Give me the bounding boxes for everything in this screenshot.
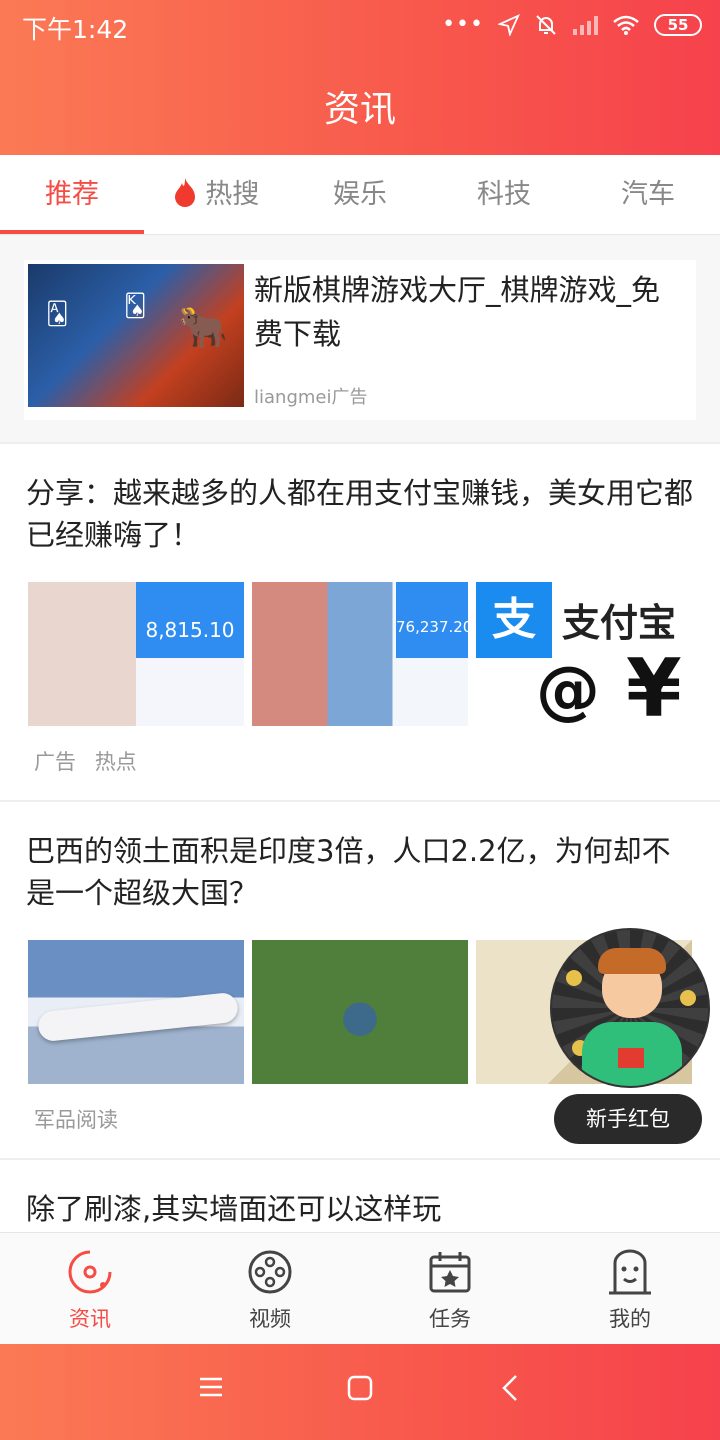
news-icon (0, 1233, 180, 1295)
status-bar: 下午1:42 ••• 55 (0, 0, 720, 52)
nav-news[interactable]: 资讯 (0, 1233, 180, 1344)
coin-icon (680, 990, 696, 1006)
page-title: 资讯 (323, 89, 396, 130)
alipay-logo-icon: 支 (476, 582, 552, 658)
nav-video[interactable]: 视频 (180, 1233, 360, 1344)
red-packet-avatar[interactable] (550, 928, 710, 1088)
tab-auto[interactable]: 汽车 (576, 155, 720, 234)
tab-label: 娱乐 (333, 179, 387, 210)
balance-text: 8,815.10 (136, 582, 244, 658)
calendar-star-icon (360, 1233, 540, 1295)
red-envelope-icon (618, 1048, 644, 1068)
tab-label: 热搜 (205, 179, 260, 210)
at-symbol-icon: @ (536, 654, 600, 726)
ad-card[interactable]: 🂡 🂮 🐂 新版棋牌游戏大厅_棋牌游戏_免费下载 liangmei广告 (0, 236, 720, 444)
profile-icon (540, 1233, 720, 1295)
news-images: 8,815.10 76,237.20 支 支付宝 @ ¥ (28, 582, 694, 726)
character-hair (598, 948, 666, 974)
nav-label: 任务 (429, 1307, 471, 1331)
tab-trending[interactable]: 热搜 (144, 155, 288, 234)
menu-icon[interactable] (198, 1374, 224, 1404)
tab-label: 推荐 (45, 179, 99, 210)
fire-icon (173, 178, 206, 210)
news-image (28, 940, 244, 1084)
nav-tasks[interactable]: 任务 (360, 1233, 540, 1344)
news-meta: 广告 热点 (26, 726, 694, 800)
bull-mascot-icon: 🐂 (178, 305, 228, 351)
category-tabs: 推荐 热搜 娱乐 科技 汽车 (0, 155, 720, 235)
home-icon[interactable] (346, 1374, 374, 1406)
ad-content: 🂡 🂮 🐂 新版棋牌游戏大厅_棋牌游戏_免费下载 liangmei广告 (24, 260, 696, 420)
ad-source: liangmei广告 (254, 387, 368, 408)
airplane-icon (36, 991, 240, 1043)
news-item[interactable]: 分享：越来越多的人都在用支付宝赚钱，美女用它都已经赚嗨了！ 8,815.10 7… (0, 444, 720, 802)
back-icon[interactable] (500, 1374, 522, 1406)
signal-icon (573, 15, 598, 35)
mute-bell-icon (536, 14, 556, 35)
nav-profile[interactable]: 我的 (540, 1233, 720, 1344)
nav-label: 我的 (609, 1307, 651, 1331)
nav-label: 视频 (249, 1307, 291, 1331)
news-source: 军品阅读 (34, 1108, 118, 1132)
balance-text: 76,237.20 (396, 582, 468, 658)
tag-ad: 广告 (34, 750, 76, 774)
wifi-icon (613, 15, 639, 35)
tab-label: 汽车 (621, 179, 675, 210)
nav-label: 资讯 (69, 1307, 111, 1331)
playing-card-icon: 🂮 (124, 294, 147, 319)
tab-label: 科技 (477, 179, 531, 210)
yen-symbol-icon: ¥ (626, 642, 682, 726)
news-image: 76,237.20 (252, 582, 468, 726)
news-image: 8,815.10 (28, 582, 244, 726)
system-nav-bar (0, 1344, 720, 1440)
more-dots-icon: ••• (442, 12, 484, 37)
news-image (252, 940, 468, 1084)
alipay-text: 支付宝 (562, 601, 677, 645)
tab-recommend[interactable]: 推荐 (0, 155, 144, 234)
app-header: 下午1:42 ••• 55 资讯 (0, 0, 720, 155)
tab-tech[interactable]: 科技 (432, 155, 576, 234)
coin-icon (566, 970, 582, 986)
ad-thumbnail: 🂡 🂮 🐂 (28, 264, 244, 407)
playing-card-icon: 🂡 (46, 302, 69, 327)
news-title: 巴西的领土面积是印度3倍，人口2.2亿，为何却不是一个超级大国？ (26, 834, 671, 910)
news-title: 除了刷漆,其实墙面还可以这样玩 (26, 1192, 442, 1226)
ad-title: 新版棋牌游戏大厅_棋牌游戏_免费下载 (254, 273, 661, 351)
bottom-navigation: 资讯 视频 任务 我的 (0, 1232, 720, 1344)
film-reel-icon (180, 1233, 360, 1295)
location-icon (498, 13, 520, 36)
news-title: 分享：越来越多的人都在用支付宝赚钱，美女用它都已经赚嗨了！ (26, 476, 694, 552)
status-time: 下午1:42 (22, 15, 129, 44)
news-image: 支 支付宝 @ ¥ (476, 582, 692, 726)
new-user-red-packet-button[interactable]: 新手红包 (554, 1094, 702, 1144)
status-icons: ••• 55 (442, 12, 702, 37)
battery-indicator: 55 (654, 13, 702, 36)
tab-entertainment[interactable]: 娱乐 (288, 155, 432, 234)
tag-hot: 热点 (94, 750, 137, 774)
